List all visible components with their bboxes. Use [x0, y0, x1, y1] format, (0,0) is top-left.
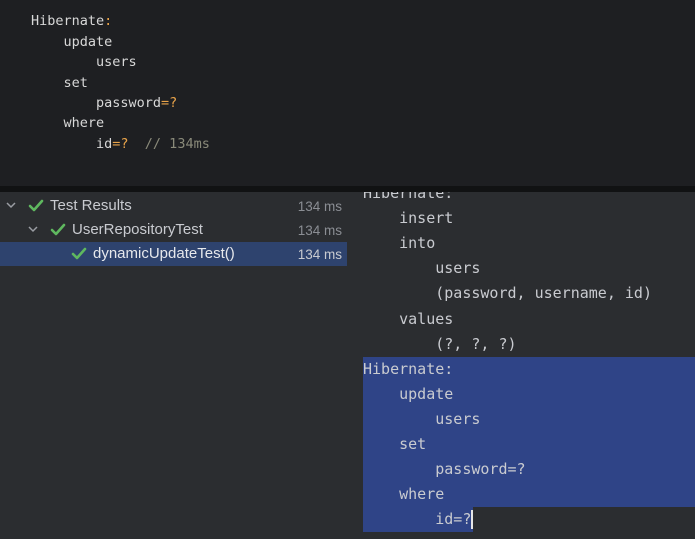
console-line: (?, ?, ?)	[363, 335, 517, 353]
console-line-text: id=?	[363, 510, 472, 528]
check-icon	[71, 247, 87, 260]
console-line-last: id=?	[363, 507, 474, 532]
console-line: where	[363, 485, 445, 503]
console-line: set	[363, 435, 427, 453]
tree-row-dynamic-update-test[interactable]: dynamicUpdateTest() 134 ms	[0, 242, 347, 266]
console-line: password=?	[363, 460, 526, 478]
test-results-tree: Test Results 134 ms UserRepositoryTest 1…	[0, 192, 347, 539]
chevron-down-icon[interactable]	[4, 198, 18, 212]
console-line: into	[363, 234, 436, 252]
tree-duration: 134 ms	[297, 223, 342, 238]
snippet-operator: =?	[161, 95, 178, 111]
check-icon	[28, 199, 44, 212]
tree-label: dynamicUpdateTest()	[93, 245, 235, 262]
snippet-comment: // 134ms	[128, 136, 210, 152]
console-line: insert	[363, 209, 454, 227]
console-line: update	[363, 385, 454, 403]
console-output[interactable]: Hibernate: insert into users (password, …	[347, 192, 695, 539]
snippet-line-2: update	[31, 34, 113, 50]
snippet-text: id	[31, 136, 113, 152]
snippet-line-1: Hibernate:	[31, 11, 112, 31]
snippet-operator: =?	[112, 136, 129, 152]
chevron-down-icon[interactable]	[26, 222, 40, 236]
console-line: (password, username, id)	[363, 284, 652, 302]
code-snippet: Hibernate: update users set password=? w…	[0, 0, 695, 186]
snippet-line-6: where	[31, 115, 105, 131]
console-line: values	[363, 310, 454, 328]
snippet-line-5: password=?	[31, 93, 177, 113]
tree-label: UserRepositoryTest	[72, 221, 203, 238]
tree-row-test-results[interactable]: Test Results 134 ms	[0, 194, 347, 218]
snippet-text: Hibernate	[31, 13, 105, 29]
console-line: Hibernate:	[363, 360, 454, 378]
snippet-line-7: id=? // 134ms	[31, 134, 210, 154]
console-line: users	[363, 259, 481, 277]
snippet-line-3: users	[31, 54, 137, 70]
check-icon	[50, 223, 66, 236]
snippet-colon: :	[104, 13, 113, 29]
console-line: users	[363, 410, 481, 428]
tree-duration: 134 ms	[297, 247, 342, 262]
snippet-text: password	[31, 95, 162, 111]
snippet-line-4: set	[31, 75, 88, 91]
tree-duration: 134 ms	[297, 199, 342, 214]
text-caret	[471, 510, 474, 529]
tree-label: Test Results	[50, 197, 132, 214]
console-line: Hibernate:	[363, 192, 454, 202]
tree-row-user-repository-test[interactable]: UserRepositoryTest 134 ms	[0, 218, 347, 242]
